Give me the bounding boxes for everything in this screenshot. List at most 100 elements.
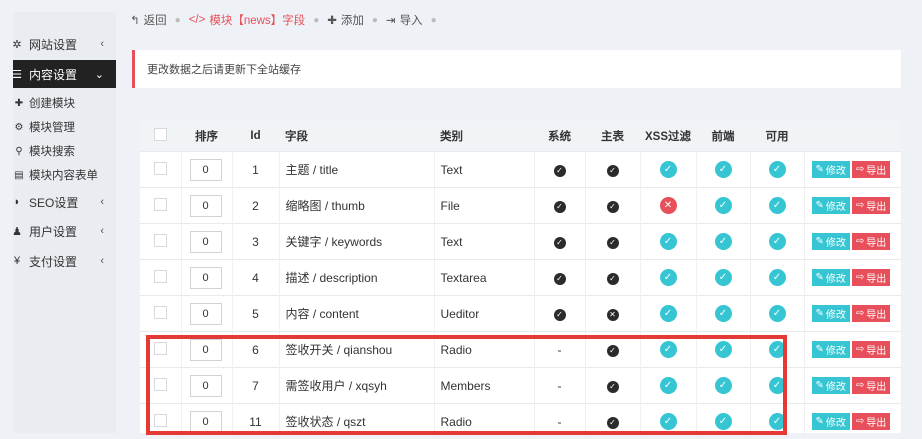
check-circle-icon[interactable]: ✓ xyxy=(715,377,732,394)
row-checkbox-cell[interactable] xyxy=(140,368,181,404)
sidebar-item-site-settings[interactable]: ✲ 网站设置 ‹ xyxy=(13,32,116,56)
sidebar-item-pay-settings[interactable]: ¥ 支付设置 ‹ xyxy=(13,249,116,273)
edit-button[interactable]: ✎修改 xyxy=(812,305,850,322)
check-circle-icon[interactable]: ✓ xyxy=(660,233,677,250)
row-checkbox[interactable] xyxy=(154,270,167,283)
check-circle-icon[interactable]: ✓ xyxy=(660,413,677,430)
back-link[interactable]: ↰ 返回 xyxy=(130,12,167,28)
row-checkbox[interactable] xyxy=(154,234,167,247)
sidebar-subitem-module-search[interactable]: ⚲ 模块搜索 xyxy=(13,140,75,162)
sign-out-icon: ⇨ xyxy=(856,272,864,283)
check-circle-icon[interactable]: ✓ xyxy=(769,197,786,214)
order-input[interactable]: 0 xyxy=(190,375,222,397)
edit-button[interactable]: ✎修改 xyxy=(812,233,850,250)
check-circle-icon[interactable]: ✓ xyxy=(715,197,732,214)
export-button[interactable]: ⇨导出 xyxy=(852,233,890,250)
type-cell: Textarea xyxy=(434,260,534,296)
row-checkbox[interactable] xyxy=(154,342,167,355)
header-type: 类别 xyxy=(434,121,534,152)
enabled-cell: ✓ xyxy=(750,152,804,188)
order-input[interactable]: 0 xyxy=(190,267,222,289)
check-circle-icon[interactable]: ✓ xyxy=(769,233,786,250)
check-circle-icon[interactable]: ✓ xyxy=(660,161,677,178)
row-checkbox-cell[interactable] xyxy=(140,260,181,296)
import-link[interactable]: ⇥ 导入 xyxy=(386,12,423,28)
export-button[interactable]: ⇨导出 xyxy=(852,341,890,358)
row-checkbox-cell[interactable] xyxy=(140,404,181,439)
header-order[interactable]: 排序 xyxy=(181,121,232,152)
export-button[interactable]: ⇨导出 xyxy=(852,305,890,322)
check-circle-icon[interactable]: ✓ xyxy=(715,161,732,178)
check-circle-icon[interactable]: ✓ xyxy=(660,341,677,358)
order-input[interactable]: 0 xyxy=(190,411,222,433)
check-circle-icon[interactable]: ✓ xyxy=(715,269,732,286)
header-select-all[interactable] xyxy=(140,121,181,152)
check-circle-icon[interactable]: ✓ xyxy=(715,413,732,430)
row-checkbox-cell[interactable] xyxy=(140,152,181,188)
order-input[interactable]: 0 xyxy=(190,195,222,217)
order-cell: 0 xyxy=(181,224,232,260)
export-button[interactable]: ⇨导出 xyxy=(852,377,890,394)
chevron-left-icon: ‹ xyxy=(100,225,104,237)
sign-out-icon: ⇨ xyxy=(856,200,864,211)
header-id[interactable]: Id xyxy=(232,121,279,152)
edit-button[interactable]: ✎修改 xyxy=(812,269,850,286)
check-circle-icon[interactable]: ✓ xyxy=(715,233,732,250)
seo-icon: ◗ xyxy=(9,196,25,208)
order-input[interactable]: 0 xyxy=(190,303,222,325)
edit-button[interactable]: ✎修改 xyxy=(812,377,850,394)
row-checkbox[interactable] xyxy=(154,198,167,211)
check-circle-icon[interactable]: ✓ xyxy=(769,377,786,394)
order-input[interactable]: 0 xyxy=(190,231,222,253)
check-circle-icon[interactable]: ✓ xyxy=(660,269,677,286)
row-checkbox[interactable] xyxy=(154,414,167,427)
export-button[interactable]: ⇨导出 xyxy=(852,197,890,214)
order-input[interactable]: 0 xyxy=(190,339,222,361)
sidebar-subitem-create-module[interactable]: ✚ 创建模块 xyxy=(13,92,75,114)
enabled-cell: ✓ xyxy=(750,188,804,224)
sidebar-item-seo-settings[interactable]: ◗ SEO设置 ‹ xyxy=(13,190,116,214)
sidebar-subitem-module-manage[interactable]: ⚙ 模块管理 xyxy=(13,116,75,138)
chevron-left-icon: ‹ xyxy=(100,255,104,267)
sidebar-item-user-settings[interactable]: ♟ 用户设置 ‹ xyxy=(13,219,116,243)
check-circle-icon[interactable]: ✓ xyxy=(660,377,677,394)
sign-out-icon: ⇨ xyxy=(856,416,864,427)
check-circle-icon[interactable]: ✓ xyxy=(769,269,786,286)
export-button[interactable]: ⇨导出 xyxy=(852,161,890,178)
export-button[interactable]: ⇨导出 xyxy=(852,269,890,286)
check-circle-icon[interactable]: ✓ xyxy=(769,341,786,358)
row-checkbox-cell[interactable] xyxy=(140,188,181,224)
check-circle-icon: ✓ xyxy=(607,201,619,213)
xss-cell: ✓ xyxy=(640,368,696,404)
row-checkbox[interactable] xyxy=(154,378,167,391)
times-circle-icon[interactable]: ✕ xyxy=(660,197,677,214)
check-circle-icon[interactable]: ✓ xyxy=(660,305,677,322)
check-circle-icon[interactable]: ✓ xyxy=(769,413,786,430)
export-button[interactable]: ⇨导出 xyxy=(852,413,890,430)
order-cell: 0 xyxy=(181,404,232,439)
check-circle-icon[interactable]: ✓ xyxy=(769,305,786,322)
sidebar-subitem-module-form[interactable]: ▤ 模块内容表单 xyxy=(13,164,98,186)
row-checkbox-cell[interactable] xyxy=(140,332,181,368)
check-circle-icon[interactable]: ✓ xyxy=(715,305,732,322)
check-circle-icon[interactable]: ✓ xyxy=(769,161,786,178)
edit-button[interactable]: ✎修改 xyxy=(812,413,850,430)
row-checkbox[interactable] xyxy=(154,306,167,319)
row-checkbox[interactable] xyxy=(154,162,167,175)
row-checkbox-cell[interactable] xyxy=(140,224,181,260)
add-link[interactable]: ✚ 添加 xyxy=(327,12,364,28)
system-cell: ✓ xyxy=(534,260,585,296)
sidebar-item-content-settings[interactable]: ☰ 内容设置 ⌄ xyxy=(13,60,116,88)
front-cell: ✓ xyxy=(696,296,750,332)
edit-button[interactable]: ✎修改 xyxy=(812,161,850,178)
check-circle-icon: ✓ xyxy=(554,309,566,321)
sign-out-icon: ⇨ xyxy=(856,380,864,391)
edit-button[interactable]: ✎修改 xyxy=(812,341,850,358)
edit-button[interactable]: ✎修改 xyxy=(812,197,850,214)
check-circle-icon: ✓ xyxy=(554,165,566,177)
order-input[interactable]: 0 xyxy=(190,159,222,181)
xss-cell: ✕ xyxy=(640,188,696,224)
check-circle-icon[interactable]: ✓ xyxy=(715,341,732,358)
current-page-link[interactable]: </> 模块【news】字段 xyxy=(189,12,306,28)
row-checkbox-cell[interactable] xyxy=(140,296,181,332)
